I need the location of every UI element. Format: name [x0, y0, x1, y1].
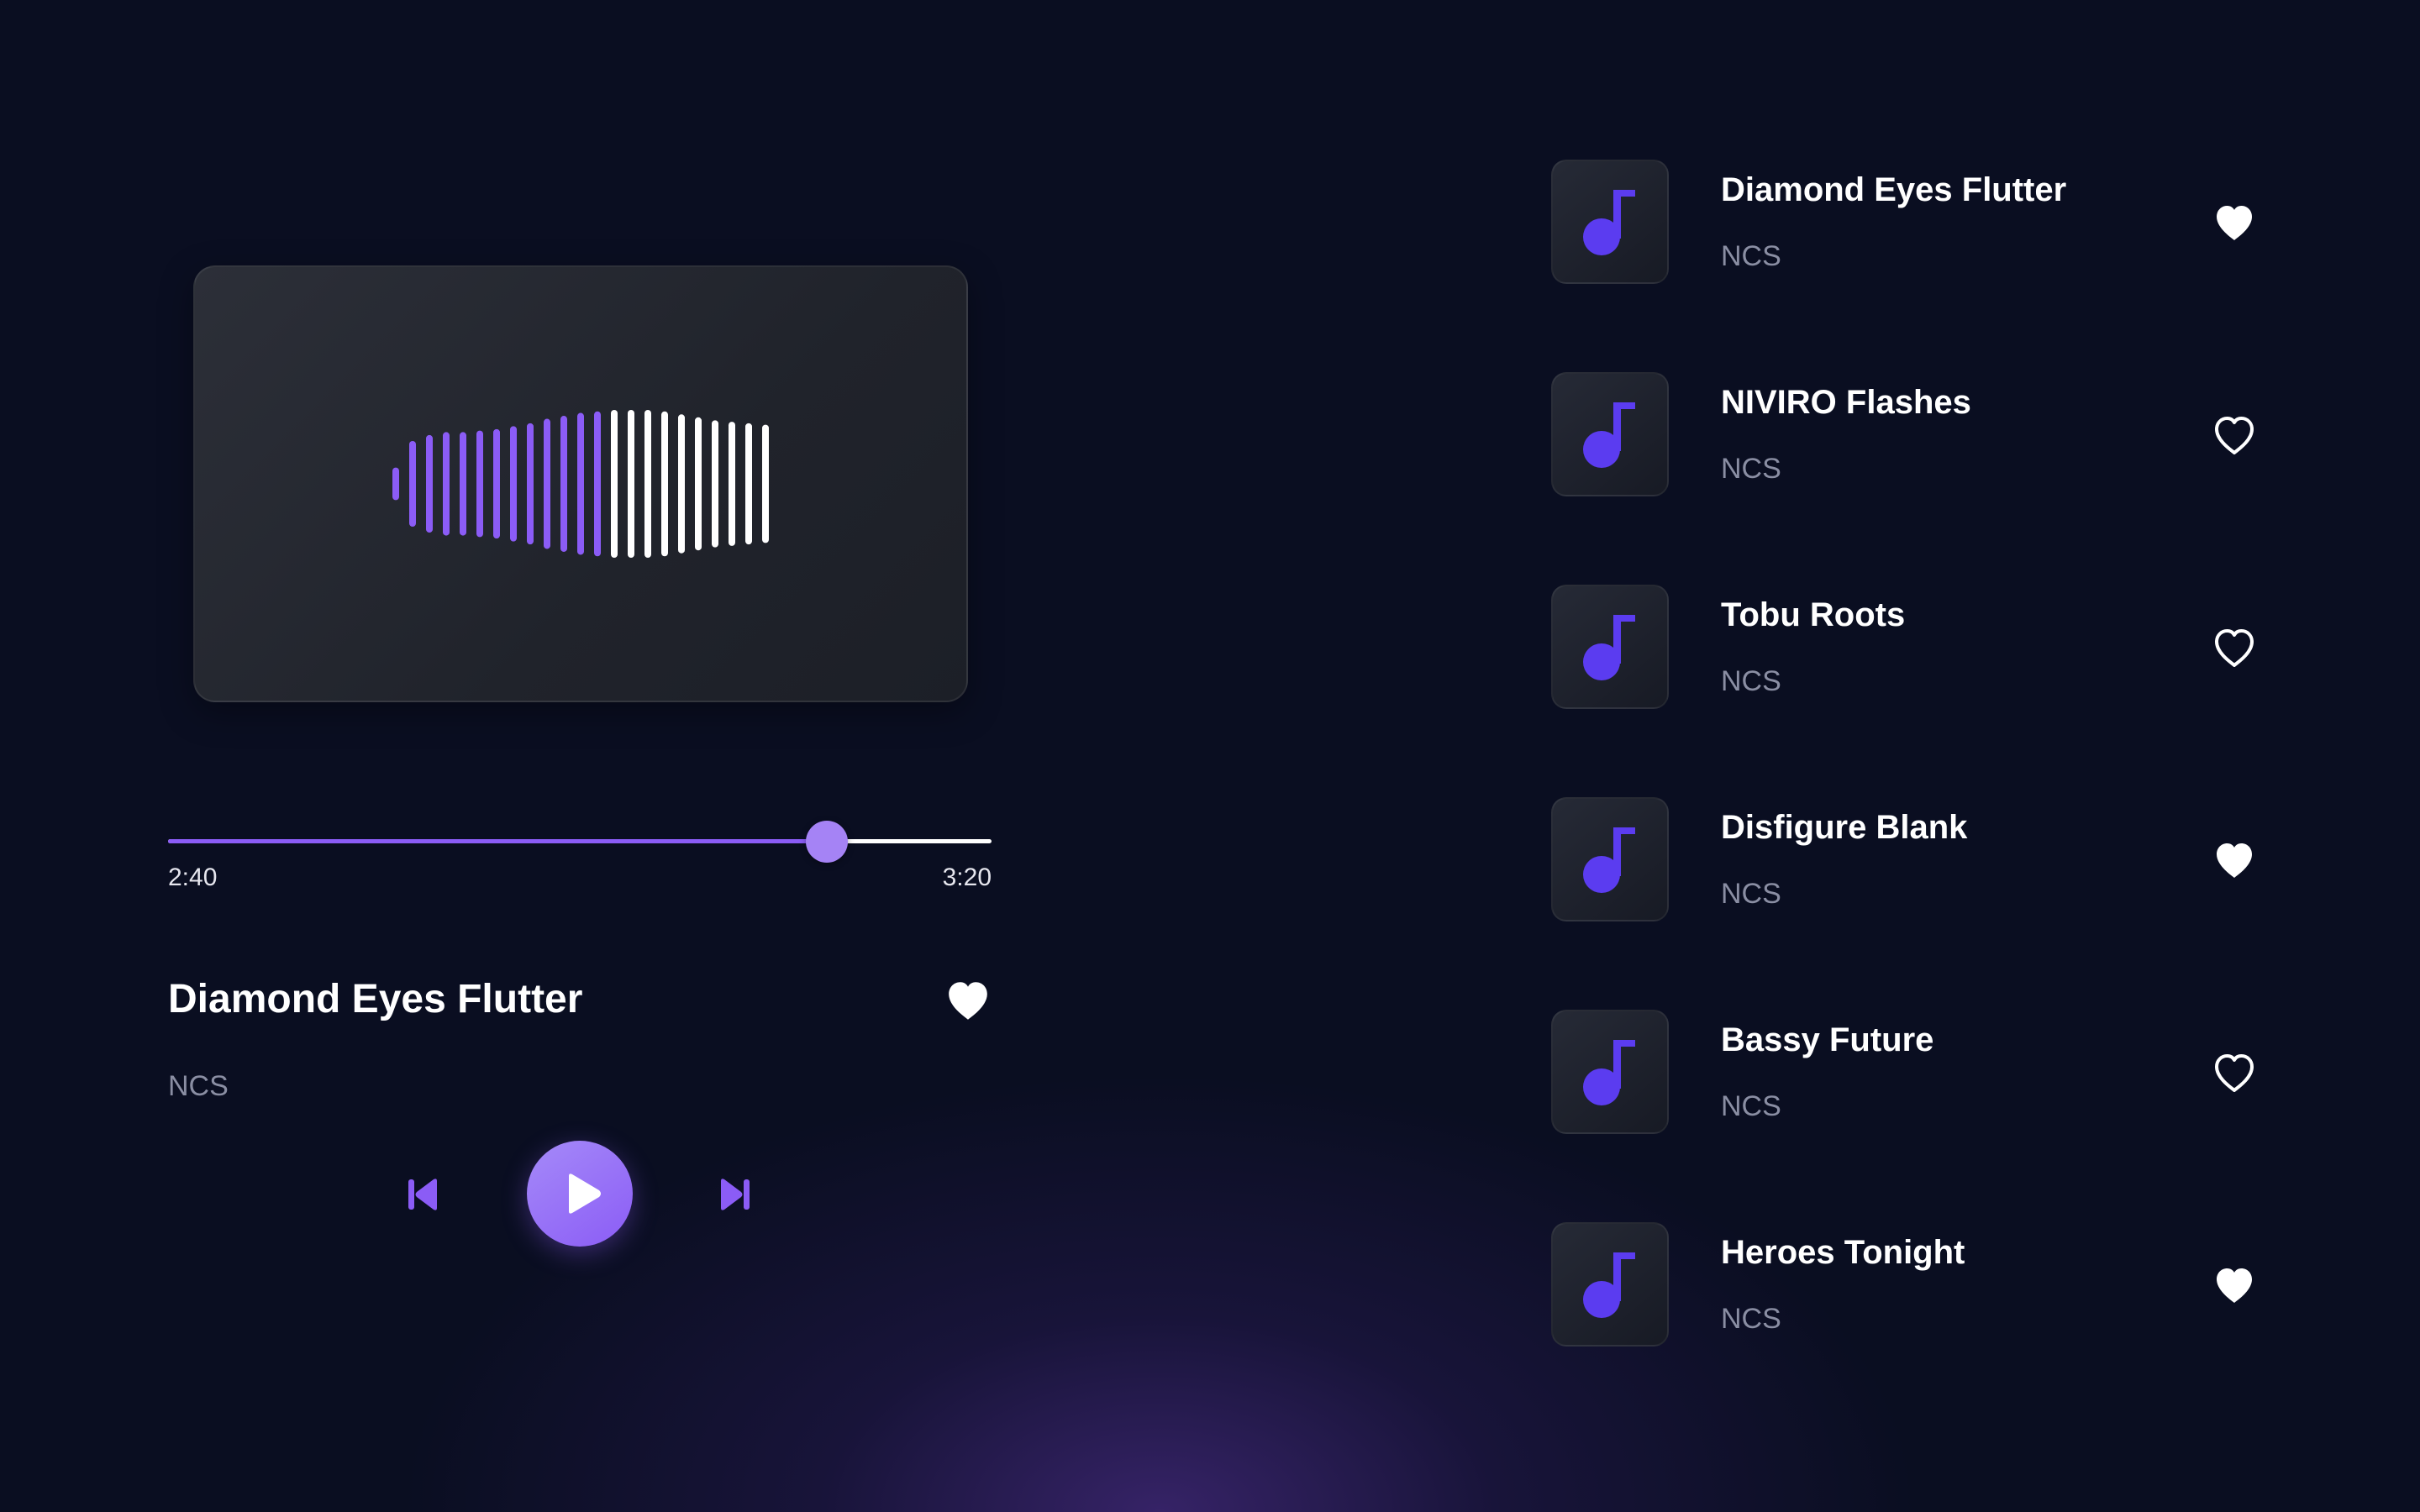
song-thumbnail	[1551, 1010, 1669, 1134]
waveform-bar	[527, 423, 534, 545]
music-note-icon-shape	[1583, 615, 1635, 680]
waveform-bar	[577, 412, 584, 555]
heart-outline-icon[interactable]	[2213, 1053, 2255, 1092]
heart-filled-icon[interactable]	[2213, 1266, 2255, 1305]
song-artist: NCS	[1721, 665, 1781, 697]
playlist-item[interactable]: NIVIRO Flashes NCS	[1551, 372, 2274, 498]
waveform-bar	[678, 414, 685, 554]
heart-icon-shape	[2215, 417, 2254, 454]
waveform-bar	[661, 411, 668, 557]
song-thumbnail	[1551, 160, 1669, 284]
heart-filled-icon[interactable]	[2213, 203, 2255, 242]
waveform-bar	[712, 420, 718, 548]
song-artist: NCS	[1721, 878, 1781, 910]
heart-icon-shape	[2217, 206, 2252, 240]
heart-icon-shape	[2217, 1268, 2252, 1303]
song-title: Tobu Roots	[1721, 596, 1906, 633]
waveform-bar	[594, 411, 601, 557]
song-title: Disfigure Blank	[1721, 809, 1968, 846]
playlist-item[interactable]: Heroes Tonight NCS	[1551, 1222, 2274, 1348]
skip-next-icon	[721, 1179, 750, 1210]
waveform-bar	[644, 410, 651, 558]
waveform-bar	[443, 432, 450, 536]
playback-controls	[168, 1139, 992, 1248]
song-thumbnail	[1551, 797, 1669, 921]
music-note-icon-shape	[1583, 1040, 1635, 1105]
elapsed-time: 2:40	[168, 864, 218, 891]
heart-filled-icon[interactable]	[2213, 841, 2255, 879]
heart-icon-shape	[2217, 843, 2252, 878]
song-title: Heroes Tonight	[1721, 1234, 1965, 1271]
song-artist: NCS	[1721, 453, 1781, 485]
heart-icon-shape	[2215, 629, 2254, 667]
skip-previous-icon	[408, 1179, 437, 1210]
waveform-bar	[544, 418, 550, 549]
waveform-bar	[409, 440, 416, 528]
progress-thumb[interactable]	[806, 821, 848, 863]
playlist-item[interactable]: Disfigure Blank NCS	[1551, 797, 2274, 923]
album-artwork-card	[193, 265, 968, 702]
heart-icon-shape	[949, 982, 987, 1020]
track-title: Diamond Eyes Flutter	[168, 977, 583, 1021]
waveform-bar	[426, 434, 433, 533]
waveform-bar	[762, 424, 769, 543]
waveform-bar	[611, 410, 618, 558]
song-thumbnail	[1551, 372, 1669, 496]
waveform-icon	[392, 410, 769, 558]
music-note-icon-shape	[1583, 402, 1635, 468]
skip-previous-button[interactable]	[407, 1176, 440, 1213]
song-title: NIVIRO Flashes	[1721, 384, 1971, 421]
waveform-bar	[628, 410, 634, 558]
waveform-bar	[460, 432, 466, 536]
heart-outline-icon[interactable]	[2213, 628, 2255, 667]
track-artist: NCS	[168, 1070, 229, 1102]
music-note-icon-shape	[1583, 190, 1635, 255]
waveform-bar	[729, 422, 735, 546]
progress-fill	[168, 839, 827, 843]
music-note-icon-shape	[1583, 1252, 1635, 1318]
waveform-bar	[476, 430, 483, 538]
playlist-item[interactable]: Bassy Future NCS	[1551, 1010, 2274, 1136]
music-note-icon-shape	[1583, 827, 1635, 893]
play-button[interactable]	[527, 1141, 633, 1247]
total-time: 3:20	[942, 864, 992, 891]
waveform-bar	[695, 417, 702, 551]
waveform-bar	[510, 426, 517, 542]
song-thumbnail	[1551, 1222, 1669, 1347]
song-artist: NCS	[1721, 1090, 1781, 1122]
play-icon	[569, 1173, 601, 1214]
heart-icon[interactable]	[944, 979, 992, 1021]
song-title: Bassy Future	[1721, 1021, 1934, 1058]
song-artist: NCS	[1721, 1303, 1781, 1335]
playlist-item[interactable]: Tobu Roots NCS	[1551, 585, 2274, 711]
waveform-bar	[745, 423, 752, 545]
heart-icon-shape	[2215, 1054, 2254, 1092]
playlist-item[interactable]: Diamond Eyes Flutter NCS	[1551, 160, 2274, 286]
waveform-bar	[560, 416, 567, 552]
waveform-bar	[493, 428, 500, 539]
song-title: Diamond Eyes Flutter	[1721, 171, 2067, 208]
waveform-bar	[392, 467, 399, 501]
heart-outline-icon[interactable]	[2213, 416, 2255, 454]
progress-bar[interactable]	[168, 820, 992, 863]
skip-next-button[interactable]	[718, 1176, 751, 1213]
song-artist: NCS	[1721, 240, 1781, 272]
song-thumbnail	[1551, 585, 1669, 709]
